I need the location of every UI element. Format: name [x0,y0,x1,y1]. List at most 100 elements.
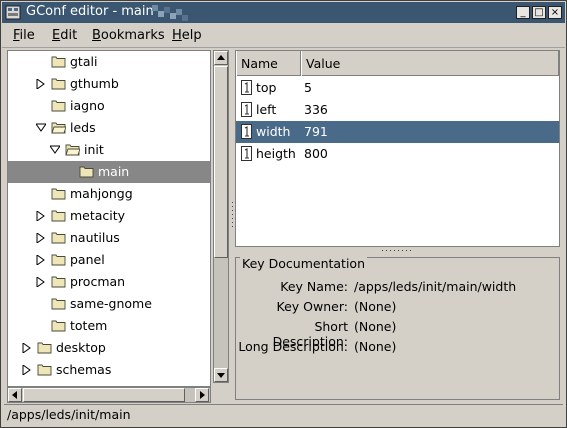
folder-icon [51,100,66,112]
tree-item[interactable]: desktop [8,337,210,359]
tree-item[interactable]: iagno [8,95,210,117]
scroll-thumb[interactable] [214,66,228,258]
key-name: heigth [256,146,296,161]
key-value: 5 [304,80,312,95]
expander-collapsed-icon[interactable] [36,277,46,287]
tree-item-label: main [98,164,130,179]
key-name-value: /apps/leds/init/main/width [354,279,517,294]
list-header: Name Value [236,51,559,76]
tree-item[interactable]: init [8,139,210,161]
folder-icon [51,276,66,288]
menu-edit[interactable]: Edit [52,28,77,43]
expander-collapsed-icon[interactable] [22,365,32,375]
tree-item-label: schemas [56,362,112,377]
key-name: width [256,124,291,139]
expander-collapsed-icon[interactable] [36,255,46,265]
integer-key-icon [241,146,252,161]
folder-icon [51,320,66,332]
folder-icon [37,342,52,354]
scroll-left-button[interactable] [8,388,22,402]
tree-item[interactable]: mahjongg [8,183,210,205]
tree-item[interactable]: totem [8,315,210,337]
tree-item[interactable]: same-gnome [8,293,210,315]
key-value: 791 [304,124,328,139]
expander-collapsed-icon[interactable] [36,211,46,221]
status-path: /apps/leds/init/main [7,407,131,422]
status-bar: /apps/leds/init/main [4,404,563,424]
key-value: 800 [304,146,328,161]
key-documentation-title: Key Documentation [240,256,367,271]
menu-help[interactable]: Help [172,28,202,43]
tree-item-label: procman [70,274,126,289]
tree-horizontal-scrollbar[interactable] [7,387,211,403]
scroll-thumb-horizontal[interactable] [23,388,185,402]
menu-bar: File Edit Bookmarks Help [2,24,565,48]
tree-item[interactable]: metacity [8,205,210,227]
tree-item-label: init [84,142,104,157]
arrow-right-icon [200,391,205,399]
title-bar[interactable]: GConf editor - main _ □ × [2,2,565,23]
pane-resize-handle-vertical[interactable] [231,201,234,231]
key-list[interactable]: Name Value top 5 left 336 width 791 heigth 800 [235,50,560,247]
folder-icon [79,166,94,178]
gconf-editor-window: GConf editor - main _ □ × File Edit Book… [0,0,567,428]
tree-item-label: gthumb [70,76,119,91]
tree-item[interactable]: gtali [8,51,210,73]
short-description-value: (None) [354,319,397,334]
column-header-name[interactable]: Name [236,51,301,76]
maximize-button[interactable]: □ [532,6,546,19]
scroll-down-button[interactable] [214,368,228,382]
expander-collapsed-icon[interactable] [36,233,46,243]
key-owner-value: (None) [354,299,397,314]
folder-icon [51,78,66,90]
key-value: 336 [304,102,328,117]
tree-item[interactable]: main [8,161,210,183]
integer-key-icon [241,80,252,95]
tree-item[interactable]: leds [8,117,210,139]
tree-item[interactable]: schemas [8,359,210,381]
key-row[interactable]: top 5 [236,77,559,99]
key-owner-label: Key Owner: [276,299,348,314]
tree-item-label: desktop [56,340,106,355]
tree-item-label: iagno [70,98,105,113]
tree-item-label: panel [70,252,105,267]
folder-icon [51,298,66,310]
tree-item-label: leds [70,120,96,135]
key-row[interactable]: width 791 [236,121,559,143]
expander-expanded-icon[interactable] [50,145,60,155]
folder-icon [51,210,66,222]
folder-icon [51,254,66,266]
expander-expanded-icon[interactable] [36,123,46,133]
titlebar-decoration [152,5,188,21]
pane-resize-handle-horizontal[interactable] [381,248,415,253]
key-row[interactable]: left 336 [236,99,559,121]
key-name: top [256,80,277,95]
directory-tree[interactable]: gtali gthumb iagno leds init main mahjongg meta… [7,50,211,387]
menu-file[interactable]: File [13,28,35,43]
menu-bookmarks[interactable]: Bookmarks [92,28,165,43]
scroll-right-button[interactable] [195,388,209,402]
key-documentation-frame: Key Documentation Key Name: /apps/leds/i… [235,256,560,400]
tree-vertical-scrollbar[interactable] [213,50,229,383]
scroll-up-button[interactable] [214,51,228,65]
tree-item[interactable]: procman [8,271,210,293]
tree-item-label: same-gnome [70,296,152,311]
tree-item[interactable]: gthumb [8,73,210,95]
column-header-value[interactable]: Value [301,51,559,76]
folder-icon [51,188,66,200]
close-button[interactable]: × [548,6,562,19]
key-name-label: Key Name: [280,279,348,294]
folder-icon [51,232,66,244]
arrow-left-icon [12,391,17,399]
arrow-up-icon [217,55,225,60]
expander-collapsed-icon[interactable] [36,79,46,89]
expander-collapsed-icon[interactable] [22,343,32,353]
integer-key-icon [241,124,252,139]
folder-open-icon [65,144,80,156]
minimize-button[interactable]: _ [516,6,530,19]
tree-item-label: nautilus [70,230,120,245]
key-row[interactable]: heigth 800 [236,143,559,165]
tree-item[interactable]: panel [8,249,210,271]
tree-item-label: mahjongg [70,186,133,201]
tree-item[interactable]: nautilus [8,227,210,249]
